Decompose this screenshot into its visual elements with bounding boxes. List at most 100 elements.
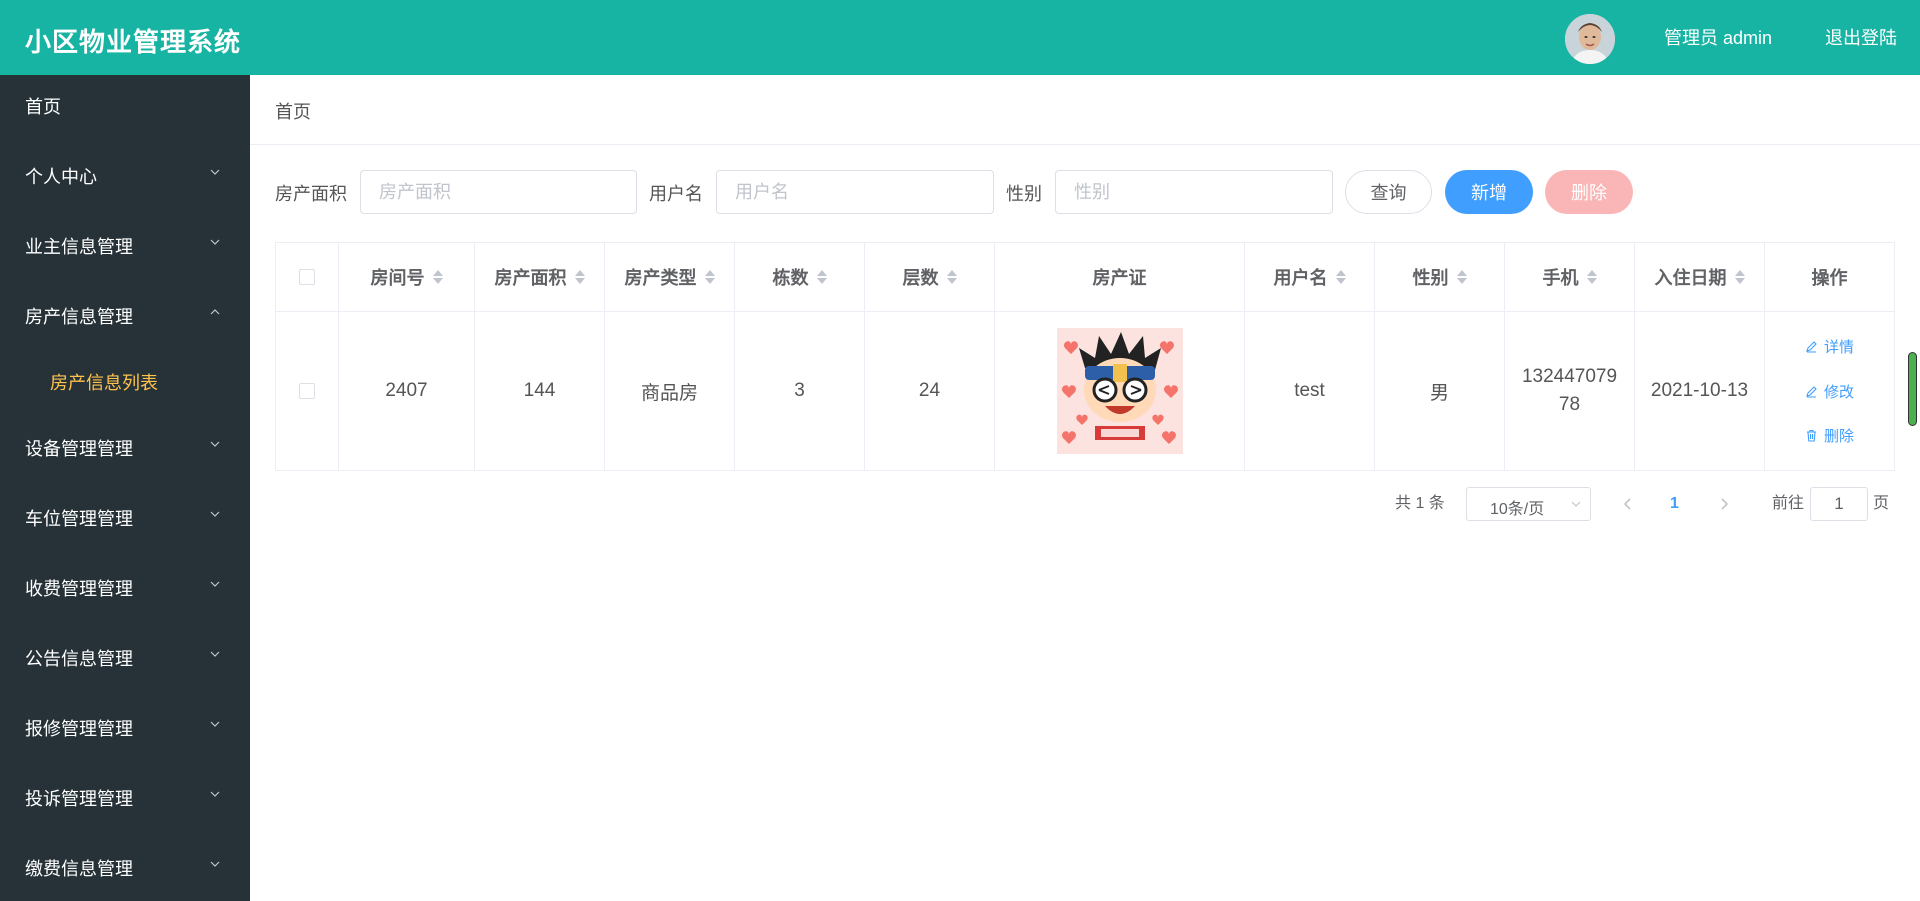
- cell-phone: 13244707978: [1505, 312, 1635, 470]
- column-header-label: 用户名: [1273, 268, 1328, 288]
- query-button[interactable]: 查询: [1345, 170, 1432, 214]
- sidebar-item-payments[interactable]: 缴费信息管理: [0, 837, 250, 897]
- sidebar-item-label: 缴费信息管理: [25, 859, 133, 879]
- sidebar-item-label: 个人中心: [25, 167, 97, 187]
- column-header-checkin-date[interactable]: 入住日期: [1635, 243, 1765, 312]
- row-select-cell: [276, 312, 339, 470]
- sidebar-item-charges[interactable]: 收费管理管理: [0, 557, 250, 617]
- user-label: 管理员 admin: [1664, 28, 1773, 48]
- column-header-phone[interactable]: 手机: [1505, 243, 1635, 312]
- goto-label: 前往: [1772, 495, 1805, 512]
- select-all-checkbox[interactable]: [299, 269, 315, 285]
- sidebar-item-owner-info[interactable]: 业主信息管理: [0, 215, 250, 275]
- certificate-image[interactable]: [1056, 328, 1183, 454]
- pagination-total: 共 1 条: [1395, 495, 1445, 512]
- sidebar-item-home[interactable]: 首页: [0, 75, 250, 135]
- column-header-certificate: 房产证: [995, 243, 1245, 312]
- chevron-down-icon: [210, 861, 220, 867]
- column-header-room-no[interactable]: 房间号: [339, 243, 475, 312]
- edit-icon: [1806, 340, 1817, 353]
- prev-page-icon[interactable]: [1622, 497, 1634, 511]
- sidebar-item-repairs[interactable]: 报修管理管理: [0, 697, 250, 757]
- cell-building: 3: [735, 312, 865, 470]
- username-filter-input[interactable]: [716, 170, 994, 214]
- current-page[interactable]: 1: [1670, 487, 1679, 523]
- gender-filter-label: 性别: [1006, 184, 1042, 204]
- user-avatar[interactable]: [1565, 14, 1615, 64]
- chevron-down-icon: [210, 511, 220, 517]
- chevron-down-icon: [210, 651, 220, 657]
- sidebar-item-complaints[interactable]: 投诉管理管理: [0, 767, 250, 827]
- sidebar-item-parking[interactable]: 车位管理管理: [0, 487, 250, 547]
- sidebar-item-label: 房产信息管理: [25, 307, 133, 327]
- edit-button[interactable]: 修改: [1805, 381, 1854, 402]
- add-button[interactable]: 新增: [1445, 170, 1533, 214]
- chevron-down-icon: [210, 721, 220, 727]
- sidebar-item-label: 业主信息管理: [25, 237, 133, 257]
- column-header-building[interactable]: 栋数: [735, 243, 865, 312]
- detail-button[interactable]: 详情: [1805, 336, 1854, 357]
- sort-icon[interactable]: [704, 269, 715, 285]
- chevron-down-icon: [210, 169, 220, 175]
- page-size-select[interactable]: 10条/页: [1466, 487, 1591, 521]
- sort-icon[interactable]: [1734, 269, 1745, 285]
- area-filter-input[interactable]: [360, 170, 637, 214]
- cell-certificate: [995, 312, 1245, 470]
- column-header-actions: 操作: [1765, 243, 1894, 312]
- batch-delete-button[interactable]: 删除: [1545, 170, 1633, 214]
- breadcrumb[interactable]: 首页: [275, 98, 311, 124]
- page-size-value: 10条/页: [1490, 501, 1545, 518]
- chevron-up-icon: [210, 309, 220, 315]
- select-all-cell: [276, 243, 339, 312]
- sidebar-item-property-info[interactable]: 房产信息管理: [0, 285, 250, 345]
- chevron-down-icon: [210, 441, 220, 447]
- column-header-label: 操作: [1811, 268, 1848, 288]
- area-filter-label: 房产面积: [275, 184, 347, 204]
- column-header-type[interactable]: 房产类型: [605, 243, 735, 312]
- sort-icon[interactable]: [1586, 269, 1597, 285]
- column-header-username[interactable]: 用户名: [1245, 243, 1375, 312]
- logout-button[interactable]: 退出登陆: [1825, 24, 1897, 50]
- cell-gender: 男: [1375, 312, 1505, 470]
- sidebar-item-label: 投诉管理管理: [25, 789, 133, 809]
- goto-page-input[interactable]: [1810, 487, 1868, 521]
- cell-area: 144: [475, 312, 605, 470]
- sidebar-item-announcements[interactable]: 公告信息管理: [0, 627, 250, 687]
- sidebar-subitem-property-list[interactable]: 房产信息列表: [0, 355, 250, 405]
- column-header-area[interactable]: 房产面积: [475, 243, 605, 312]
- sort-icon[interactable]: [946, 269, 957, 285]
- row-checkbox[interactable]: [299, 383, 315, 399]
- sidebar-subitem-label: 房产信息列表: [50, 373, 158, 393]
- edit-label: 修改: [1823, 383, 1854, 401]
- column-header-label: 手机: [1542, 268, 1579, 288]
- delete-label: 删除: [1823, 428, 1854, 446]
- column-header-label: 房产证: [1092, 268, 1147, 288]
- column-header-label: 房间号: [370, 268, 425, 288]
- sidebar-item-label: 车位管理管理: [25, 509, 133, 529]
- username-filter-label: 用户名: [649, 184, 703, 204]
- sort-icon[interactable]: [816, 269, 827, 285]
- sort-icon[interactable]: [574, 269, 585, 285]
- next-page-icon[interactable]: [1718, 497, 1730, 511]
- trash-icon: [1806, 430, 1816, 442]
- sort-icon[interactable]: [1456, 269, 1467, 285]
- column-header-gender[interactable]: 性别: [1375, 243, 1505, 312]
- sidebar-item-label: 设备管理管理: [25, 439, 133, 459]
- cell-username: test: [1245, 312, 1375, 470]
- scrollbar-thumb[interactable]: [1908, 352, 1917, 426]
- sort-icon[interactable]: [1335, 269, 1346, 285]
- sidebar-item-personal-center[interactable]: 个人中心: [0, 145, 250, 205]
- sort-icon[interactable]: [432, 269, 443, 285]
- sidebar: 首页 个人中心 业主信息管理 房产信息管理 房产信息列表 设备管理管理 车位管理…: [0, 75, 250, 901]
- column-header-floor[interactable]: 层数: [865, 243, 995, 312]
- column-header-label: 栋数: [772, 268, 809, 288]
- sidebar-item-equipment[interactable]: 设备管理管理: [0, 417, 250, 477]
- cell-type: 商品房: [605, 312, 735, 470]
- cell-room-no: 2407: [339, 312, 475, 470]
- cell-actions: 详情 修改 删除: [1765, 312, 1894, 470]
- chevron-down-icon: [1571, 501, 1581, 507]
- column-header-label: 房产面积: [494, 268, 567, 288]
- gender-filter-input[interactable]: [1055, 170, 1333, 214]
- delete-button[interactable]: 删除: [1805, 425, 1854, 446]
- column-header-label: 入住日期: [1654, 268, 1727, 288]
